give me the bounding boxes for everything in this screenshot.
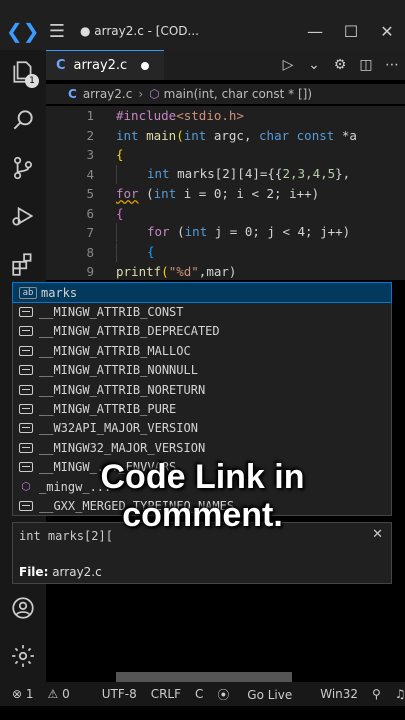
macro-icon [19, 404, 33, 415]
close-window-button[interactable]: ✕ [369, 22, 405, 41]
code-line: 5 for (int i = 0; i < 2; i++) [46, 184, 405, 203]
suggestion-item[interactable]: __MINGW_ATTRIB_NORETURN [13, 380, 391, 399]
breadcrumb: C array2.c › ⬡ main(int, char const * []… [46, 84, 405, 104]
errors-status[interactable]: ⊗ 1 [12, 687, 34, 701]
horizontal-scrollbar[interactable] [116, 672, 292, 682]
run-debug-icon[interactable] [7, 200, 39, 232]
macro-icon [19, 326, 33, 337]
language-status[interactable]: C [195, 687, 203, 701]
code-line: 4 int marks[2][4]={{2,3,4,5}, [46, 164, 405, 184]
maximize-button[interactable]: ☐ [333, 22, 369, 41]
line-number: 3 [86, 147, 94, 162]
macro-icon [19, 365, 33, 376]
chevron-down-icon[interactable]: ⌄ [301, 57, 327, 73]
feedback-icon[interactable]: ⚲ [372, 687, 381, 701]
broadcast-icon: ⦿ [217, 687, 230, 702]
editor-actions: ▷ ⌄ ⚙ ◫ ⋯ [275, 57, 405, 73]
suggestion-item[interactable]: __MINGW_ATTRIB_CONST [13, 302, 391, 321]
macro-icon [19, 442, 33, 453]
chevron-right-icon: › [138, 87, 144, 101]
line-number: 9 [86, 264, 94, 279]
code-line: 2 int main(int argc, char const *a [46, 126, 405, 145]
macro-icon [19, 307, 33, 318]
line-number: 5 [86, 186, 94, 201]
encoding-status[interactable]: UTF-8 [102, 687, 137, 701]
run-icon[interactable]: ▷ [275, 57, 301, 73]
line-number: 7 [86, 225, 94, 240]
suggestion-item[interactable]: __MINGW_ATTRIB_NONNULL [13, 361, 391, 380]
code-line: 6 { [46, 204, 405, 223]
search-icon[interactable] [7, 104, 39, 136]
line-number: 2 [86, 127, 94, 143]
unsaved-dot-icon[interactable] [141, 61, 150, 70]
code-line: 9 printf("%d",mar) [46, 262, 405, 280]
c-file-icon: C [68, 87, 77, 101]
go-live-button[interactable]: ⦿ Go Live [217, 686, 306, 703]
vscode-logo-icon: ❮❯ [6, 19, 40, 43]
account-icon[interactable] [7, 592, 39, 624]
split-editor-icon[interactable]: ◫ [353, 57, 379, 73]
source-control-icon[interactable] [7, 152, 39, 184]
explorer-icon[interactable]: 1 [7, 56, 39, 88]
detail-file: File: array2.c [19, 565, 102, 579]
caption-line: comment. [122, 496, 283, 534]
status-bar: ⊗ 1 ⚠ 0 UTF-8 CRLF C ⦿ Go Live Win32 ⚲ ♫ [0, 682, 405, 706]
line-number: 1 [86, 108, 94, 123]
extensions-icon[interactable] [7, 248, 39, 280]
line-number: 8 [86, 244, 94, 260]
suggestion-item[interactable]: __W32API_MAJOR_VERSION [13, 419, 391, 438]
code-line: 3 { [46, 145, 405, 164]
breadcrumb-function[interactable]: main(int, char const * []) [164, 87, 312, 101]
explorer-badge: 1 [25, 74, 39, 88]
caption-line: Code Link in [100, 458, 305, 496]
window-title: ● array2.c - [COD... [80, 24, 199, 38]
platform-status[interactable]: Win32 [320, 687, 358, 701]
code-editor[interactable]: 1 #include<stdio.h> 2 int main(int argc,… [46, 106, 405, 280]
suggestion-item[interactable]: __MINGW32_MAJOR_VERSION [13, 438, 391, 457]
editor-tab-bar: C array2.c ▷ ⌄ ⚙ ◫ ⋯ [46, 50, 405, 80]
suggestion-item[interactable]: __MINGW_ATTRIB_DEPRECATED [13, 322, 391, 341]
settings-gear-icon[interactable]: ⚙ [327, 57, 353, 73]
c-file-icon: C [56, 58, 66, 73]
macro-icon [19, 345, 33, 356]
minimize-button[interactable]: — [297, 22, 333, 41]
warnings-status[interactable]: ⚠ 0 [48, 687, 70, 701]
macro-icon [19, 384, 33, 395]
cube-icon: ⬡ [149, 87, 160, 101]
code-line: 1 #include<stdio.h> [46, 106, 405, 125]
line-number: 6 [86, 205, 94, 221]
tab-label: array2.c [73, 58, 128, 73]
abc-icon: ab [19, 286, 37, 299]
tab-array2-c[interactable]: C array2.c [46, 50, 164, 80]
suggestion-item[interactable]: __MINGW_ATTRIB_MALLOC [13, 341, 391, 360]
breadcrumb-file[interactable]: array2.c [83, 87, 133, 101]
video-caption: Code Link in comment. [0, 458, 405, 534]
suggestion-item[interactable]: __MINGW_ATTRIB_PURE [13, 399, 391, 418]
code-line: 8 { [46, 242, 405, 262]
hamburger-icon[interactable]: ☰ [42, 21, 72, 42]
line-number: 4 [86, 166, 94, 182]
notifications-icon[interactable]: ♫ [395, 687, 405, 701]
code-line: 7 for (int j = 0; j < 4; j++) [46, 223, 405, 242]
suggestion-item[interactable]: ab marks [12, 281, 392, 304]
settings-gear-icon[interactable] [7, 640, 39, 672]
more-actions-icon[interactable]: ⋯ [379, 57, 405, 73]
macro-icon [19, 423, 33, 434]
eol-status[interactable]: CRLF [151, 687, 181, 701]
